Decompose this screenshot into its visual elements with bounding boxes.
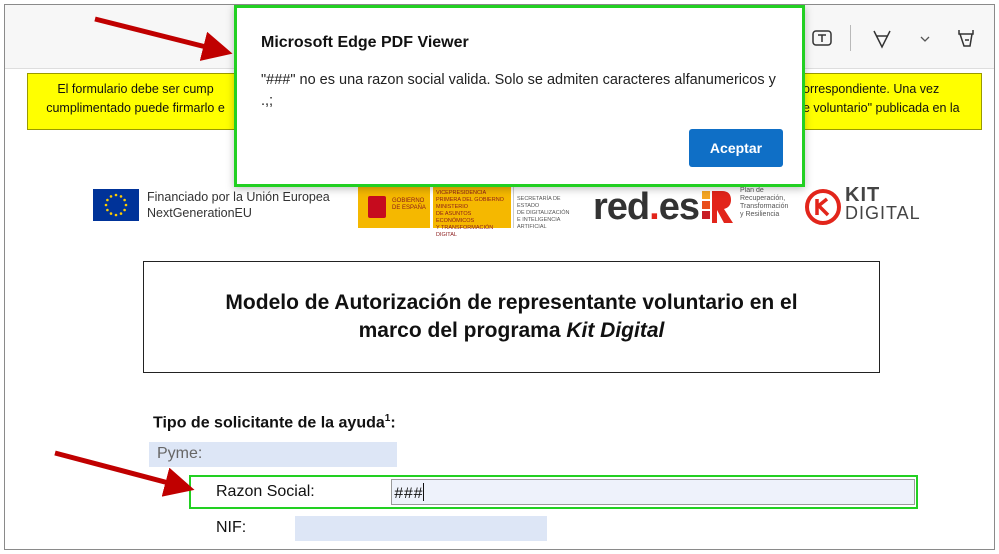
arrow-to-dialog-icon — [54, 16, 233, 497]
